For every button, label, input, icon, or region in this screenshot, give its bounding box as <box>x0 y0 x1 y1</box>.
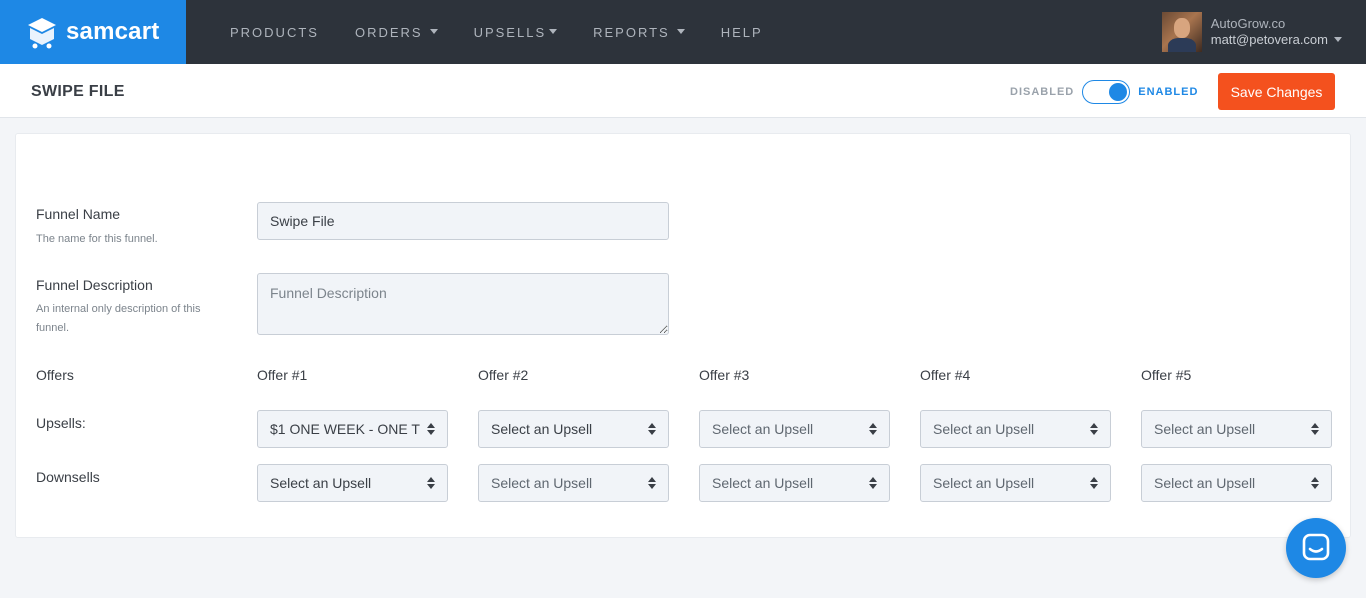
sort-arrows-icon <box>1311 423 1319 436</box>
chevron-down-icon <box>1334 36 1342 42</box>
sort-arrows-icon <box>1311 477 1319 490</box>
funnel-description-input[interactable] <box>257 273 669 335</box>
downsell-select-offer-4[interactable]: Select an Upsell <box>920 464 1111 502</box>
brand-logo[interactable]: samcart <box>0 0 186 64</box>
downsells-label: Downsells <box>36 469 100 485</box>
offer-heading-5: Offer #5 <box>1141 367 1192 383</box>
offers-label: Offers <box>36 367 74 383</box>
avatar <box>1161 12 1202 52</box>
enabled-toggle[interactable] <box>1082 80 1131 104</box>
save-changes-button[interactable]: Save Changes <box>1218 73 1335 110</box>
downsell-select-offer-2[interactable]: Select an Upsell <box>478 464 669 502</box>
sort-arrows-icon <box>648 477 656 490</box>
nav-upsells[interactable]: UPSELLS <box>474 25 558 40</box>
chat-icon <box>1302 533 1330 561</box>
sort-arrows-icon <box>427 423 435 436</box>
funnel-description-hint: An internal only description of this fun… <box>36 303 201 334</box>
chat-launcher-button[interactable] <box>1286 518 1346 578</box>
brand-name: samcart <box>66 18 160 45</box>
downsell-select-offer-1[interactable]: Select an Upsell <box>257 464 448 502</box>
sort-arrows-icon <box>869 423 877 436</box>
funnel-name-hint: The name for this funnel. <box>36 233 158 245</box>
upsells-label: Upsells: <box>36 415 86 431</box>
sort-arrows-icon <box>648 423 656 436</box>
nav-reports[interactable]: REPORTS <box>593 25 685 40</box>
chevron-down-icon <box>676 28 685 34</box>
top-navbar: samcart PRODUCTS ORDERS UPSELLS REPORTS … <box>0 0 1366 64</box>
funnel-name-label: Funnel Name <box>36 206 121 222</box>
upsell-select-offer-3[interactable]: Select an Upsell <box>699 410 890 448</box>
funnel-form-card: Funnel Name The name for this funnel. Fu… <box>15 133 1351 538</box>
funnel-description-label: Funnel Description <box>36 277 153 293</box>
user-menu[interactable]: AutoGrow.co matt@petovera.com <box>1161 12 1342 52</box>
toggle-disabled-label: DISABLED <box>1010 86 1075 98</box>
offer-heading-1: Offer #1 <box>257 367 308 383</box>
offer-heading-2: Offer #2 <box>478 367 529 383</box>
sort-arrows-icon <box>869 477 877 490</box>
chevron-down-icon <box>429 28 438 34</box>
toggle-knob <box>1109 83 1128 101</box>
upsell-select-offer-1[interactable]: $1 ONE WEEK - ONE TIME <box>257 410 448 448</box>
downsell-select-offer-5[interactable]: Select an Upsell <box>1141 464 1332 502</box>
offer-heading-3: Offer #3 <box>699 367 750 383</box>
user-company: AutoGrow.co <box>1210 16 1286 31</box>
page-header: SWIPE FILE DISABLED ENABLED Save Changes <box>0 64 1366 118</box>
sort-arrows-icon <box>427 477 435 490</box>
cart-icon <box>28 18 56 49</box>
page-title: SWIPE FILE <box>31 83 125 100</box>
offer-heading-4: Offer #4 <box>920 367 971 383</box>
nav-help[interactable]: HELP <box>721 25 763 40</box>
sort-arrows-icon <box>1090 477 1098 490</box>
upsell-select-offer-2[interactable]: Select an Upsell <box>478 410 669 448</box>
funnel-name-input[interactable] <box>257 202 669 240</box>
user-email: matt@petovera.com <box>1210 32 1328 47</box>
upsell-select-offer-5[interactable]: Select an Upsell <box>1141 410 1332 448</box>
chevron-down-icon <box>549 28 558 34</box>
downsell-select-offer-3[interactable]: Select an Upsell <box>699 464 890 502</box>
nav-products[interactable]: PRODUCTS <box>230 25 319 40</box>
nav-orders[interactable]: ORDERS <box>355 25 438 40</box>
upsell-select-offer-4[interactable]: Select an Upsell <box>920 410 1111 448</box>
status-toggle-group: DISABLED ENABLED <box>1010 80 1198 104</box>
sort-arrows-icon <box>1090 423 1098 436</box>
main-nav: PRODUCTS ORDERS UPSELLS REPORTS HELP <box>212 0 781 64</box>
toggle-enabled-label: ENABLED <box>1138 86 1199 98</box>
